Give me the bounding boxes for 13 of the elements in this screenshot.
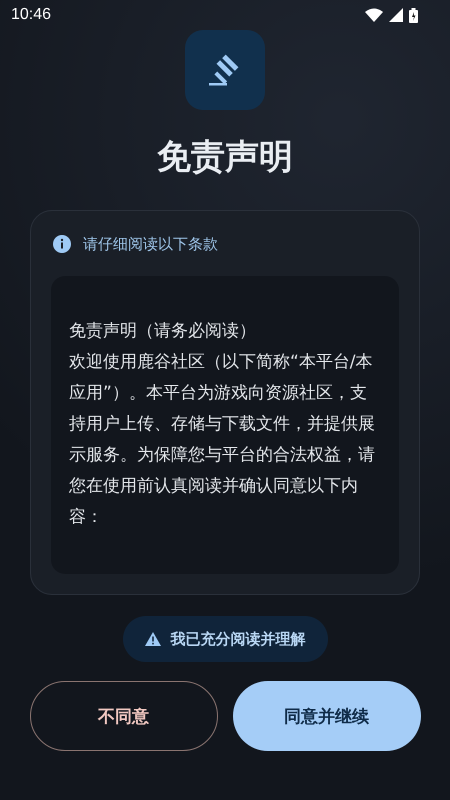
page-title: 免责声明: [157, 136, 293, 179]
card-header: 请仔细阅读以下条款: [83, 234, 218, 254]
warning-icon: [144, 632, 160, 646]
acknowledge-text: 我已充分阅读并理解: [170, 630, 306, 648]
agree-button[interactable]: 同意并继续: [232, 681, 420, 751]
signal-icon: [389, 8, 403, 22]
info-icon: [53, 235, 71, 253]
disagree-button[interactable]: 不同意: [30, 681, 218, 751]
terms-paragraph: 欢迎使用鹿谷社区（以下简称“本平台/本应用”）。本平台为游戏向资源社区，支持用户上传、存储与下载文件，并提供展示服务。为保障您与平台的合法权益，请您在使用前认真阅读并确认同意以下内容：: [69, 351, 376, 529]
battery-icon: [409, 8, 418, 22]
wifi-icon: [365, 8, 383, 22]
terms-heading: 免责声明（请务必阅读）: [69, 320, 257, 343]
status-time: 10:46: [11, 6, 52, 24]
